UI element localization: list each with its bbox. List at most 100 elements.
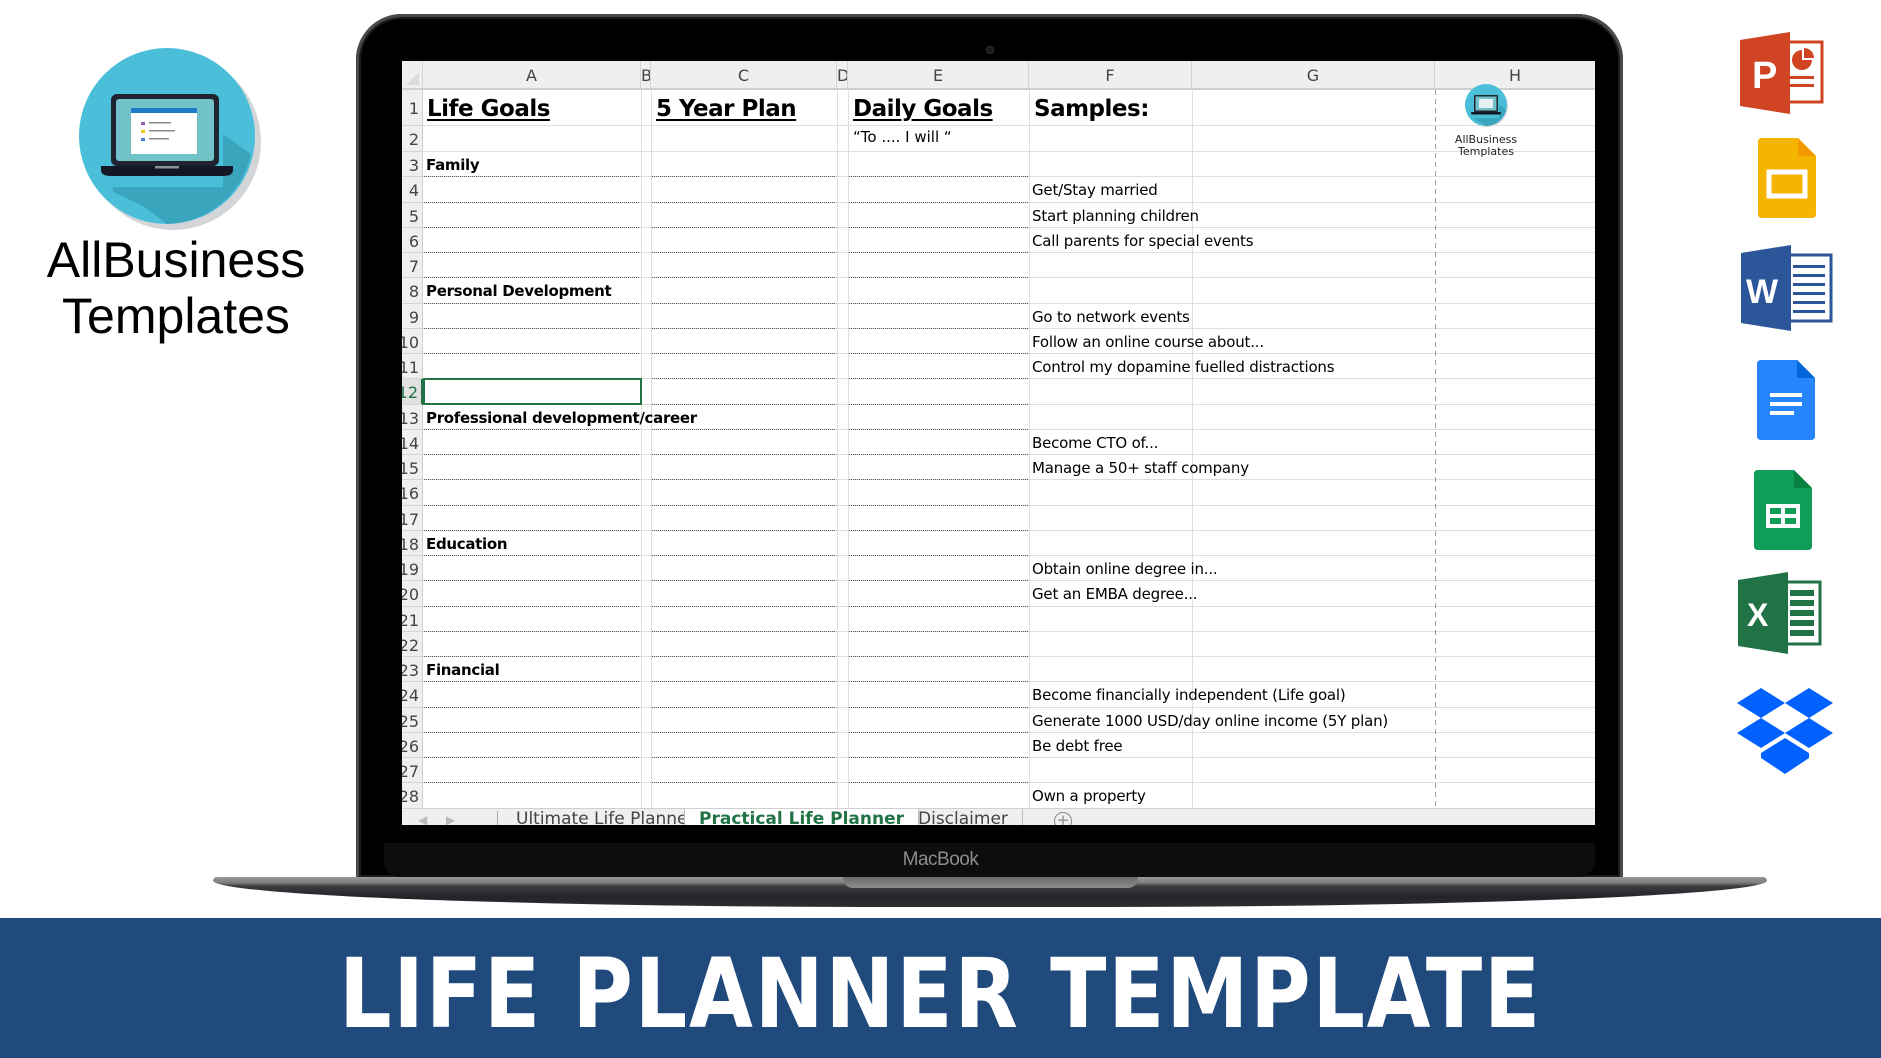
- input-line[interactable]: [424, 706, 640, 708]
- sample-goal[interactable]: Call parents for special events: [1032, 232, 1254, 250]
- sample-goal[interactable]: Generate 1000 USD/day online income (5Y …: [1032, 712, 1388, 730]
- input-line[interactable]: [424, 782, 640, 784]
- input-line[interactable]: [652, 757, 836, 758]
- category-label[interactable]: Family: [426, 156, 480, 174]
- input-line[interactable]: [424, 226, 640, 228]
- input-line[interactable]: [652, 656, 836, 657]
- input-line[interactable]: [652, 504, 836, 506]
- row-header-17[interactable]: 17: [402, 505, 423, 531]
- column-header-b[interactable]: B: [641, 61, 651, 88]
- input-line[interactable]: [652, 302, 836, 304]
- input-line[interactable]: [424, 252, 640, 253]
- column-header-f[interactable]: F: [1029, 61, 1192, 88]
- input-line[interactable]: [424, 176, 640, 178]
- input-line[interactable]: [849, 605, 1028, 607]
- sample-goal[interactable]: Become CTO of...: [1032, 434, 1158, 452]
- input-line[interactable]: [652, 226, 836, 228]
- sample-goal[interactable]: Become financially independent (Life goa…: [1032, 686, 1346, 704]
- scroll-tabs-left-icon[interactable]: ◀: [418, 813, 427, 825]
- header-samples[interactable]: Samples:: [1034, 96, 1149, 122]
- category-label[interactable]: Personal Development: [426, 282, 612, 300]
- input-line[interactable]: [424, 479, 640, 481]
- input-line[interactable]: [652, 479, 836, 481]
- input-line[interactable]: [652, 605, 836, 607]
- input-line[interactable]: [849, 529, 1028, 531]
- input-line[interactable]: [849, 327, 1028, 329]
- input-line[interactable]: [652, 353, 836, 354]
- input-line[interactable]: [652, 529, 836, 531]
- input-line[interactable]: [424, 529, 640, 531]
- category-label[interactable]: Financial: [426, 661, 500, 679]
- sample-goal[interactable]: Own a property: [1032, 787, 1146, 805]
- row-header-3[interactable]: 3: [402, 152, 423, 178]
- select-all-button[interactable]: [402, 61, 423, 88]
- input-line[interactable]: [424, 630, 640, 632]
- input-line[interactable]: [652, 327, 836, 329]
- row-header-21[interactable]: 21: [402, 606, 423, 632]
- sample-goal[interactable]: Get/Stay married: [1032, 181, 1158, 199]
- input-line[interactable]: [424, 681, 640, 683]
- input-line[interactable]: [849, 201, 1028, 203]
- row-header-1[interactable]: 1: [402, 90, 423, 126]
- input-line[interactable]: [652, 454, 836, 455]
- input-line[interactable]: [652, 201, 836, 203]
- input-line[interactable]: [424, 504, 640, 506]
- daily-goals-hint[interactable]: “To .... I will “: [853, 128, 952, 146]
- input-line[interactable]: [424, 277, 640, 279]
- input-line[interactable]: [652, 706, 836, 708]
- input-line[interactable]: [849, 782, 1028, 784]
- input-line[interactable]: [652, 630, 836, 632]
- input-line[interactable]: [424, 201, 640, 203]
- row-header-14[interactable]: 14: [402, 429, 423, 455]
- input-line[interactable]: [424, 580, 640, 582]
- column-header-c[interactable]: C: [651, 61, 837, 88]
- row-header-24[interactable]: 24: [402, 682, 423, 708]
- input-line[interactable]: [849, 302, 1028, 304]
- input-line[interactable]: [652, 378, 836, 380]
- input-line[interactable]: [849, 428, 1028, 430]
- input-line[interactable]: [849, 378, 1028, 380]
- row-header-18[interactable]: 18: [402, 530, 423, 556]
- column-header-e[interactable]: E: [848, 61, 1029, 88]
- input-line[interactable]: [424, 353, 640, 354]
- input-line[interactable]: [424, 731, 640, 733]
- sample-goal[interactable]: Be debt free: [1032, 737, 1123, 755]
- row-header-9[interactable]: 9: [402, 303, 423, 329]
- input-line[interactable]: [849, 630, 1028, 632]
- category-label[interactable]: Education: [426, 535, 508, 553]
- tab-ultimate-life-planner[interactable]: Ultimate Life Planner: [502, 809, 710, 825]
- input-line[interactable]: [424, 454, 640, 455]
- header-five-year-plan[interactable]: 5 Year Plan: [656, 96, 797, 122]
- input-line[interactable]: [849, 252, 1028, 253]
- input-line[interactable]: [424, 757, 640, 758]
- input-line[interactable]: [424, 327, 640, 329]
- input-line[interactable]: [849, 555, 1028, 556]
- input-line[interactable]: [849, 277, 1028, 279]
- input-line[interactable]: [849, 656, 1028, 657]
- input-line[interactable]: [849, 706, 1028, 708]
- row-header-27[interactable]: 27: [402, 758, 423, 784]
- input-line[interactable]: [652, 681, 836, 683]
- sample-goal[interactable]: Start planning children: [1032, 207, 1199, 225]
- header-life-goals[interactable]: Life Goals: [427, 96, 550, 122]
- row-header-7[interactable]: 7: [402, 253, 423, 279]
- row-header-10[interactable]: 10: [402, 328, 423, 354]
- row-header-2[interactable]: 2: [402, 126, 423, 152]
- row-header-15[interactable]: 15: [402, 455, 423, 481]
- input-line[interactable]: [652, 555, 836, 556]
- tab-disclaimer[interactable]: Disclaimer: [904, 809, 1023, 825]
- row-header-6[interactable]: 6: [402, 227, 423, 253]
- selected-cell-a12[interactable]: [423, 378, 642, 405]
- row-header-23[interactable]: 23: [402, 657, 423, 683]
- column-header-d[interactable]: D: [837, 61, 848, 88]
- row-header-5[interactable]: 5: [402, 202, 423, 228]
- input-line[interactable]: [424, 605, 640, 607]
- sample-goal[interactable]: Get an EMBA degree...: [1032, 585, 1198, 603]
- sample-goal[interactable]: Follow an online course about...: [1032, 333, 1264, 351]
- tab-practical-life-planner[interactable]: Practical Life Planner: [684, 809, 920, 825]
- input-line[interactable]: [849, 681, 1028, 683]
- sample-goal[interactable]: Obtain online degree in...: [1032, 560, 1218, 578]
- input-line[interactable]: [652, 580, 836, 582]
- row-header-4[interactable]: 4: [402, 177, 423, 203]
- input-line[interactable]: [652, 731, 836, 733]
